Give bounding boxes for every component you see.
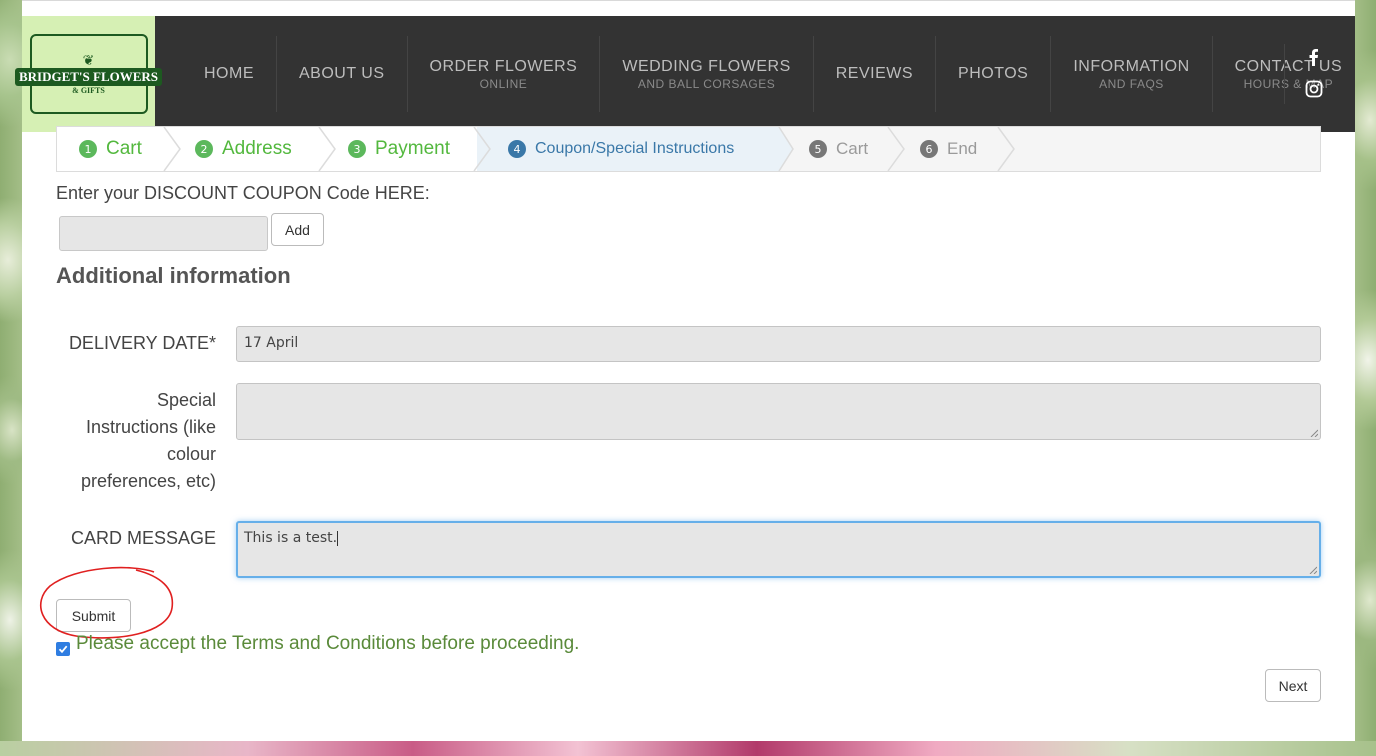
delivery-date-field[interactable]: 17 April	[236, 326, 1321, 362]
step-separator	[163, 127, 181, 171]
logo[interactable]: ❦ BRIDGET'S FLOWERS & GIFTS	[14, 16, 163, 132]
nav-label: HOME	[204, 65, 254, 82]
step-label: Payment	[375, 138, 450, 159]
nav-wedding-flowers[interactable]: WEDDING FLOWERS AND BALL CORSAGES	[599, 36, 812, 112]
nav-about-us[interactable]: ABOUT US	[276, 36, 407, 112]
label-line: Instructions (like	[85, 417, 216, 437]
nav-sublabel: AND FAQS	[1099, 76, 1164, 91]
step-label: Cart	[836, 139, 869, 158]
facebook-icon[interactable]	[1305, 48, 1323, 66]
terms-text: Please accept the Terms and Conditions b…	[76, 633, 580, 654]
logo-title: BRIDGET'S FLOWERS	[14, 67, 163, 86]
step-coupon[interactable]: 4 Coupon/Special Instructions	[508, 127, 734, 171]
step-address[interactable]: 2 Address	[195, 127, 292, 171]
page-container: ❦ BRIDGET'S FLOWERS & GIFTS HOME ABOUT U…	[14, 0, 1355, 741]
main-nav: HOME ABOUT US ORDER FLOWERS ONLINE WEDDI…	[182, 16, 1364, 132]
nav-sublabel: ONLINE	[479, 76, 528, 91]
label-line: preferences, etc)	[80, 471, 216, 491]
step-number: 4	[508, 140, 526, 158]
nav-information[interactable]: INFORMATION AND FAQS	[1050, 36, 1211, 112]
special-instructions-label: Special Instructions (like colour prefer…	[81, 387, 216, 495]
step-cart-review: 5 Cart	[809, 127, 868, 171]
card-message-textarea[interactable]: This is a test.	[236, 521, 1321, 578]
coupon-input[interactable]	[59, 216, 268, 251]
nav-label: ABOUT US	[299, 65, 385, 82]
step-number: 1	[79, 140, 97, 158]
instagram-icon[interactable]	[1305, 80, 1323, 98]
step-label: End	[947, 139, 978, 158]
step-number: 2	[195, 140, 213, 158]
step-separator	[887, 127, 905, 171]
step-cart[interactable]: 1 Cart	[79, 127, 142, 171]
label-line: colour	[166, 444, 216, 464]
step-separator	[318, 127, 336, 171]
step-label: Cart	[106, 138, 142, 159]
step-separator	[997, 127, 1015, 171]
checkout-steps: 1 Cart 2 Address 3 Payment 4 Coupon/Spec…	[56, 126, 1321, 172]
card-message-value: This is a test.	[244, 530, 338, 546]
step-end: 6 End	[920, 127, 977, 171]
terms-checkbox[interactable]	[56, 642, 70, 656]
step-number: 3	[348, 140, 366, 158]
step-label: Address	[222, 138, 292, 159]
nav-label: PHOTOS	[958, 65, 1029, 82]
step-number: 6	[920, 140, 938, 158]
logo-ornament-icon: ❦	[82, 52, 95, 69]
logo-badge: ❦ BRIDGET'S FLOWERS & GIFTS	[14, 34, 163, 114]
nav-label: ORDER FLOWERS	[429, 57, 578, 75]
resize-handle-icon[interactable]	[1309, 566, 1317, 574]
label-line: Special	[156, 390, 216, 410]
step-number: 5	[809, 140, 827, 158]
nav-photos[interactable]: PHOTOS	[935, 36, 1050, 112]
step-label: Coupon/Special Instructions	[535, 140, 735, 157]
resize-handle-icon[interactable]	[1310, 429, 1318, 437]
step-separator	[473, 127, 491, 171]
nav-reviews[interactable]: REVIEWS	[812, 36, 935, 112]
background-flowers	[0, 741, 1376, 756]
special-instructions-textarea[interactable]	[236, 383, 1321, 440]
nav-sublabel: AND BALL CORSAGES	[637, 76, 776, 91]
additional-info-title: Additional information	[56, 263, 291, 288]
step-separator	[775, 127, 794, 171]
logo-subtitle: & GIFTS	[72, 85, 105, 95]
text-cursor	[337, 530, 339, 546]
nav-order-flowers[interactable]: ORDER FLOWERS ONLINE	[406, 36, 600, 112]
social-links	[1284, 44, 1340, 104]
checkmark-icon	[58, 645, 68, 654]
coupon-label: Enter your DISCOUNT COUPON Code HERE:	[56, 183, 430, 203]
site-header: ❦ BRIDGET'S FLOWERS & GIFTS HOME ABOUT U…	[14, 16, 1355, 132]
nav-label: WEDDING FLOWERS	[622, 57, 791, 75]
nav-label: REVIEWS	[835, 65, 914, 82]
card-message-label: CARD MESSAGE	[70, 528, 216, 548]
nav-label: INFORMATION	[1073, 57, 1190, 75]
step-payment[interactable]: 3 Payment	[348, 127, 450, 171]
annotation-circle	[40, 566, 174, 639]
nav-home[interactable]: HOME	[182, 36, 276, 112]
add-coupon-button[interactable]: Add	[271, 213, 324, 246]
top-divider	[22, 0, 1355, 3]
next-button[interactable]: Next	[1265, 669, 1321, 702]
delivery-date-label: DELIVERY DATE*	[68, 333, 216, 353]
